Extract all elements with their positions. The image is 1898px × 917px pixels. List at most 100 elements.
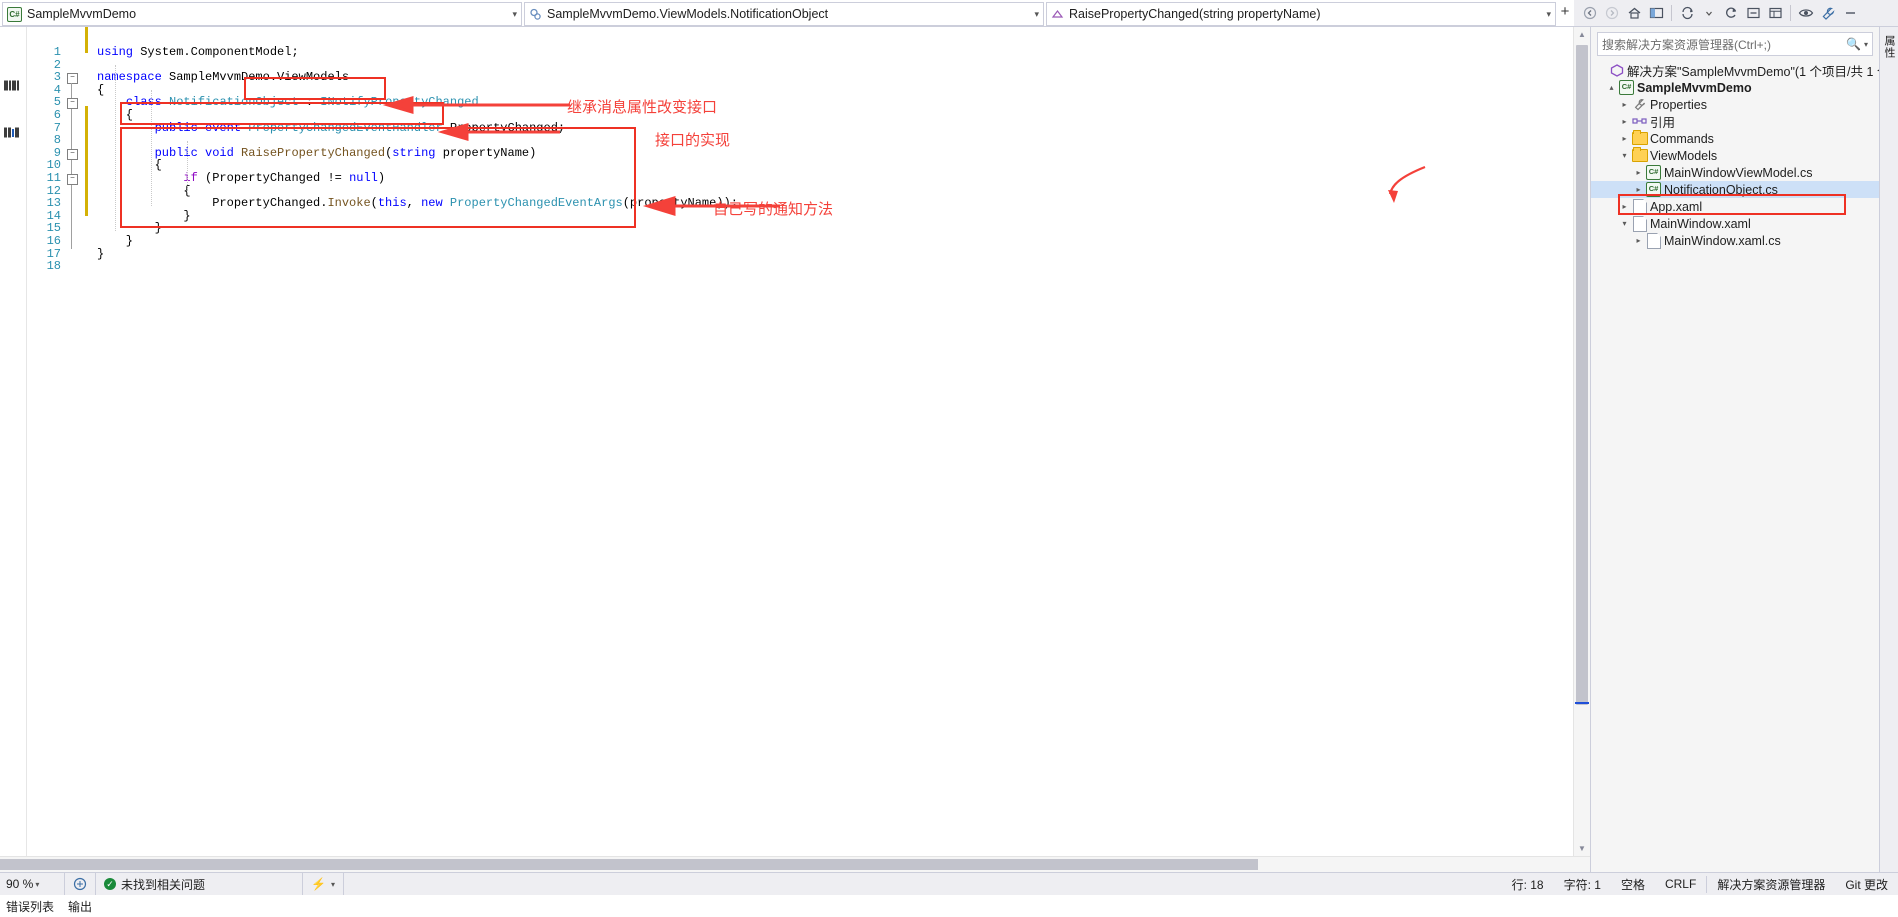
tab-output[interactable]: 输出 <box>68 898 92 915</box>
tab-error-list[interactable]: 错误列表 <box>6 898 54 915</box>
annotation-interface-text: 继承消息属性改变接口 <box>567 98 718 116</box>
expander-icon-collapsed[interactable]: ▸ <box>1632 168 1645 177</box>
tree-node-notificationobject[interactable]: ▸ C# NotificationObject.cs <box>1591 181 1879 198</box>
folder-open-icon <box>1631 147 1648 162</box>
sync-icon[interactable] <box>1677 3 1697 23</box>
indicator-margin[interactable] <box>0 27 27 856</box>
tree-node-label: 引用 <box>1650 116 1676 130</box>
fold-toggle-namespace[interactable]: − <box>67 73 78 84</box>
navigation-bar: C# SampleMvvmDemo ▾ SampleMvvmDemo.ViewM… <box>0 0 1574 26</box>
expander-icon-collapsed[interactable]: ▸ <box>1618 117 1631 126</box>
fold-toggle-if[interactable]: − <box>67 174 78 185</box>
split-view-button[interactable]: + <box>1556 0 1574 22</box>
fold-toggle-method[interactable]: − <box>67 149 78 160</box>
change-bar-modified <box>85 106 88 216</box>
tree-node-mainwindowxaml[interactable]: ▾ MainWindow.xaml <box>1591 215 1879 232</box>
indent-guide <box>115 65 117 231</box>
properties-tab-label[interactable]: 属性 <box>1881 35 1897 59</box>
editor-horizontal-scrollbar[interactable] <box>0 856 1590 872</box>
search-icon[interactable]: 🔍 <box>1846 37 1861 51</box>
preview-icon[interactable] <box>1796 3 1816 23</box>
scrollbar-thumb[interactable] <box>1576 45 1588 705</box>
line-number: 18 <box>46 259 61 274</box>
wrench-icon[interactable] <box>1818 3 1838 23</box>
expander-icon-collapsed[interactable]: ▸ <box>1618 134 1631 143</box>
tree-node-commands[interactable]: ▸ Commands <box>1591 130 1879 147</box>
line-ending-mode[interactable]: CRLF <box>1655 877 1706 891</box>
tree-node-properties[interactable]: ▸ Properties <box>1591 96 1879 113</box>
expander-icon-expanded[interactable]: ▾ <box>1618 151 1631 160</box>
properties-window-icon[interactable] <box>1765 3 1785 23</box>
chevron-down-icon[interactable]: ▾ <box>1540 9 1551 20</box>
editor-vertical-scrollbar[interactable]: ▲ ▼ <box>1573 27 1590 856</box>
live-share-status[interactable] <box>65 873 96 895</box>
tree-node-references[interactable]: ▸ 引用 <box>1591 113 1879 130</box>
code-text-area[interactable]: using System.ComponentModel; namespace S… <box>79 27 1590 856</box>
scroll-down-icon[interactable]: ▼ <box>1574 841 1590 856</box>
git-changes-label[interactable]: Git 更改 <box>1835 876 1898 893</box>
project-dropdown[interactable]: C# SampleMvvmDemo ▾ <box>2 2 522 26</box>
expander-icon-collapsed[interactable]: ▸ <box>1618 202 1631 211</box>
tree-node-solution[interactable]: 解决方案"SampleMvvmDemo"(1 个项目/共 1 个) <box>1591 62 1879 79</box>
active-panel-label[interactable]: 解决方案资源管理器 <box>1706 875 1835 893</box>
source-code[interactable]: using System.ComponentModel; namespace S… <box>79 46 1590 260</box>
fold-toggle-class[interactable]: − <box>67 98 78 109</box>
csharp-project-icon: C# <box>7 6 22 22</box>
chevron-down-icon[interactable]: ▾ <box>1864 40 1868 49</box>
scroll-up-icon[interactable]: ▲ <box>1574 27 1590 42</box>
tree-node-label: MainWindow.xaml <box>1650 216 1751 231</box>
hscrollbar-thumb[interactable] <box>0 859 1258 870</box>
chevron-down-icon[interactable] <box>1699 3 1719 23</box>
solution-tree[interactable]: 解决方案"SampleMvvmDemo"(1 个项目/共 1 个) ▴ C# S… <box>1591 60 1879 872</box>
outlining-margin[interactable]: − − − − <box>65 27 79 856</box>
addins-status[interactable]: ⚡ ▾ <box>303 873 344 895</box>
tree-node-appxaml[interactable]: ▸ App.xaml <box>1591 198 1879 215</box>
indent-guide <box>187 141 189 193</box>
tree-node-mainwindowxamlcs[interactable]: ▸ MainWindow.xaml.cs <box>1591 232 1879 249</box>
expander-icon-expanded[interactable]: ▾ <box>1618 219 1631 228</box>
forward-icon[interactable] <box>1602 3 1622 23</box>
folder-icon <box>1631 130 1648 145</box>
check-icon: ✓ <box>104 878 116 890</box>
zoom-control[interactable]: 90 % ▾ <box>0 873 65 895</box>
right-dock-strip[interactable]: 属性 <box>1879 27 1898 872</box>
type-dropdown-label: SampleMvvmDemo.ViewModels.NotificationOb… <box>547 7 829 21</box>
references-icon <box>1631 115 1648 128</box>
bottom-tool-tabs: 错误列表 输出 <box>0 895 1898 917</box>
caret-column: 字符: 1 <box>1563 877 1601 892</box>
expander-icon-collapsed[interactable]: ▸ <box>1618 100 1631 109</box>
change-bar-saved <box>85 27 88 53</box>
liveshare-icon <box>73 877 87 891</box>
solution-explorer-panel: 搜索解决方案资源管理器(Ctrl+;) 🔍 ▾ 解决方案"SampleMvvmD… <box>1590 27 1879 872</box>
expander-icon-collapsed[interactable]: ▸ <box>1632 236 1645 245</box>
chevron-down-icon[interactable]: ▾ <box>331 880 335 889</box>
indentation-mode[interactable]: 空格 <box>1611 876 1655 893</box>
member-dropdown[interactable]: RaisePropertyChanged(string propertyName… <box>1046 2 1556 26</box>
zoom-level[interactable]: 90 % <box>6 877 33 891</box>
type-dropdown[interactable]: SampleMvvmDemo.ViewModels.NotificationOb… <box>524 2 1044 26</box>
bookmark-glyph-icon-2 <box>4 126 22 138</box>
issues-status[interactable]: ✓ 未找到相关问题 <box>96 873 303 895</box>
xaml-file-icon <box>1631 198 1648 215</box>
tree-node-mainwindowviewmodel[interactable]: ▸ C# MainWindowViewModel.cs <box>1591 164 1879 181</box>
tree-node-label: App.xaml <box>1650 199 1703 214</box>
tree-node-project[interactable]: ▴ C# SampleMvvmDemo <box>1591 79 1879 96</box>
tree-node-viewmodels[interactable]: ▾ ViewModels <box>1591 147 1879 164</box>
collapse-all-icon[interactable] <box>1743 3 1763 23</box>
pin-icon[interactable] <box>1840 3 1860 23</box>
csharp-file-icon: C# <box>1645 165 1662 180</box>
editor-surface[interactable]: 1 2 3 4 5 6 7 8 9 10 11 12 13 14 15 16 1 <box>0 27 1590 856</box>
expander-icon-expanded[interactable]: ▴ <box>1605 83 1618 92</box>
chevron-down-icon[interactable]: ▾ <box>35 880 39 889</box>
tree-node-label: Properties <box>1650 97 1707 112</box>
back-icon[interactable] <box>1580 3 1600 23</box>
chevron-down-icon[interactable]: ▾ <box>1028 9 1039 20</box>
solution-explorer-search[interactable]: 搜索解决方案资源管理器(Ctrl+;) 🔍 ▾ <box>1597 32 1873 56</box>
status-bar: 90 % ▾ ✓ 未找到相关问题 ⚡ ▾ 行: 18 字符: 1 空格 CRLF… <box>0 872 1898 895</box>
refresh-icon[interactable] <box>1721 3 1741 23</box>
layout-icon[interactable] <box>1646 3 1666 23</box>
expander-icon-collapsed[interactable]: ▸ <box>1632 185 1645 194</box>
home-icon[interactable] <box>1624 3 1644 23</box>
search-input[interactable]: 搜索解决方案资源管理器(Ctrl+;) <box>1602 36 1846 53</box>
chevron-down-icon[interactable]: ▾ <box>506 9 517 20</box>
